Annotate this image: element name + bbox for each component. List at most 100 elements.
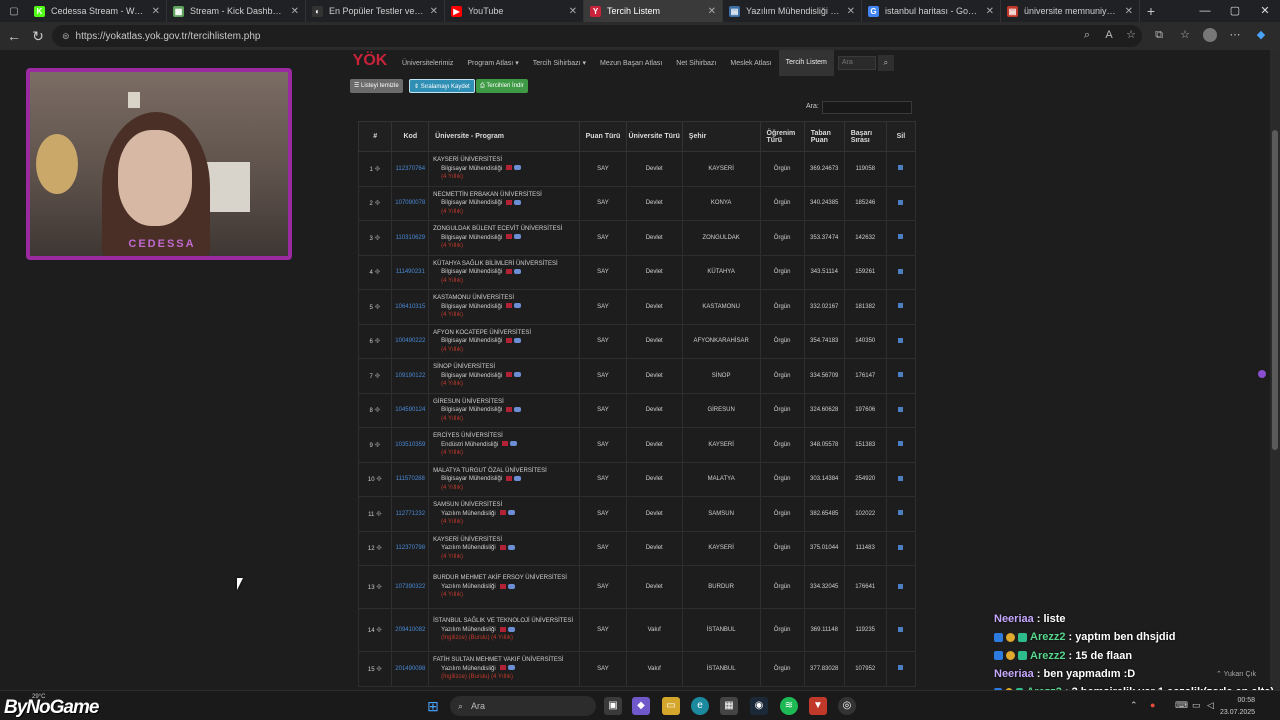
drag-handle-icon[interactable]: ✥ bbox=[374, 165, 381, 173]
program-code[interactable]: 110310629 bbox=[391, 220, 430, 256]
nav-net-sihirbazi[interactable]: Net Sihirbazı bbox=[669, 60, 723, 67]
read-aloud-icon[interactable]: A bbox=[1102, 28, 1116, 42]
col-header-ogrenim-turu[interactable]: Öğrenim Türü bbox=[759, 121, 805, 152]
close-tab-icon[interactable]: ✕ bbox=[847, 6, 855, 17]
close-tab-icon[interactable]: ✕ bbox=[986, 6, 994, 17]
browser-tab[interactable]: K Cedessa Stream - Watch Live ✕ bbox=[28, 0, 167, 22]
delete-icon[interactable] bbox=[898, 199, 904, 205]
table-row[interactable]: 10 ✥ 111570288 MALATYA TURGUT ÖZAL ÜNİVERSİ… bbox=[357, 461, 917, 497]
drag-handle-icon[interactable]: ✥ bbox=[376, 665, 383, 673]
weather-widget[interactable]: 29°C bbox=[32, 694, 45, 700]
nav-universitelerimiz[interactable]: Üniversitelerimiz bbox=[395, 60, 460, 67]
volume-icon[interactable]: ◁ bbox=[1207, 700, 1214, 711]
delete-icon[interactable] bbox=[898, 665, 904, 671]
program-code-link[interactable]: 201490098 bbox=[395, 666, 425, 672]
col-header-program[interactable]: Üniversite - Program bbox=[428, 121, 581, 152]
row-number[interactable]: 13 ✥ bbox=[357, 565, 393, 609]
program-code[interactable]: 107090078 bbox=[391, 185, 430, 221]
nav-mezun-basari-atlasi[interactable]: Mezun Başarı Atlası bbox=[593, 60, 669, 67]
table-row[interactable]: 4 ✥ 111490231 KÜTAHYA SAĞLIK BİLİMLERİ ÜNİV… bbox=[357, 254, 917, 290]
program-code-link[interactable]: 209410082 bbox=[395, 627, 425, 633]
program-code-link[interactable]: 112771232 bbox=[396, 511, 426, 517]
browser-tab[interactable]: ▤ üniversite memnuniyet2025 ✕ bbox=[1001, 0, 1140, 22]
tray-expand-icon[interactable]: ⌃ bbox=[1130, 700, 1138, 711]
col-header-puan-turu[interactable]: Puan Türü bbox=[579, 121, 627, 152]
delete-icon[interactable] bbox=[898, 268, 904, 274]
program-code[interactable]: 109190122 bbox=[391, 358, 430, 394]
row-number[interactable]: 8 ✥ bbox=[357, 392, 393, 428]
site-info-icon[interactable]: ⊜ bbox=[62, 31, 70, 42]
row-number[interactable]: 7 ✥ bbox=[357, 358, 393, 394]
program-code[interactable]: 209410082 bbox=[391, 608, 430, 652]
drag-handle-icon[interactable]: ✥ bbox=[375, 510, 382, 518]
drag-handle-icon[interactable]: ✥ bbox=[374, 303, 381, 311]
program-code-link[interactable]: 111570288 bbox=[396, 476, 425, 482]
drag-handle-icon[interactable]: ✥ bbox=[376, 583, 383, 591]
browser-tab[interactable]: ◐ En Popüler Testler ve Eğlence ✕ bbox=[306, 0, 445, 22]
program-code-link[interactable]: 111490231 bbox=[396, 269, 425, 275]
row-number[interactable]: 3 ✥ bbox=[357, 220, 393, 256]
table-row[interactable]: 15 ✥ 201490098 FATİH SULTAN MEHMET VAKIF ÜN… bbox=[357, 651, 917, 687]
col-header-sil[interactable]: Sil bbox=[885, 121, 917, 152]
nav-program-atlasi[interactable]: Program Atlası ▾ bbox=[460, 59, 525, 67]
delete-icon[interactable] bbox=[898, 406, 904, 412]
delete-icon[interactable] bbox=[898, 475, 904, 481]
copilot-icon[interactable]: ◆ bbox=[1254, 28, 1268, 42]
maximize-button[interactable]: ▢ bbox=[1220, 0, 1250, 22]
scroll-to-top-button[interactable]: ⌃ Yukarı Çık bbox=[1216, 670, 1256, 678]
more-menu-icon[interactable]: ⋯ bbox=[1228, 28, 1242, 42]
program-code[interactable]: 112771232 bbox=[391, 496, 430, 532]
browser-tab[interactable]: ▶ YouTube ✕ bbox=[445, 0, 584, 22]
program-code-link[interactable]: 109190122 bbox=[395, 373, 425, 379]
browser-tab[interactable]: ▦ Stream - Kick Dashboard ✕ bbox=[167, 0, 306, 22]
col-header-universite-turu[interactable]: Üniversite Türü bbox=[625, 121, 683, 152]
steam-icon[interactable]: ◉ bbox=[750, 697, 768, 715]
row-number[interactable]: 15 ✥ bbox=[357, 651, 393, 687]
copilot-app-icon[interactable]: ◆ bbox=[632, 697, 650, 715]
row-number[interactable]: 4 ✥ bbox=[357, 254, 393, 290]
table-row[interactable]: 14 ✥ 209410082 İSTANBUL SAĞLIK VE TEKNOLOJİ… bbox=[357, 608, 917, 652]
tab-actions-icon[interactable]: ▢ bbox=[0, 6, 28, 17]
program-code-link[interactable]: 112370764 bbox=[396, 166, 426, 172]
col-header-basari-sirasi[interactable]: Başarı Sırası bbox=[843, 121, 887, 152]
program-code[interactable]: 111490231 bbox=[391, 254, 430, 290]
col-header-taban-puan[interactable]: Taban Puan bbox=[803, 121, 845, 152]
drag-handle-icon[interactable]: ✥ bbox=[376, 626, 383, 634]
program-code[interactable]: 201490098 bbox=[391, 651, 430, 687]
program-code[interactable]: 103510359 bbox=[391, 427, 430, 463]
browser-tab[interactable]: Gistanbul haritası - Google'da Ar ✕ bbox=[862, 0, 1001, 22]
delete-icon[interactable] bbox=[898, 510, 904, 516]
program-code[interactable]: 111570288 bbox=[391, 461, 430, 497]
col-header-sehir[interactable]: Şehir bbox=[681, 121, 761, 152]
table-row[interactable]: 9 ✥ 103510359 ERCİYES ÜNİVERSİTESİ Endüstri … bbox=[357, 427, 917, 463]
row-number[interactable]: 1 ✥ bbox=[357, 151, 393, 187]
floating-extension-icon[interactable] bbox=[1258, 370, 1266, 378]
delete-icon[interactable] bbox=[898, 441, 904, 447]
program-code[interactable]: 112370798 bbox=[391, 530, 430, 566]
language-icon[interactable]: ⌨ bbox=[1175, 700, 1188, 711]
edge-icon[interactable]: e bbox=[691, 697, 709, 715]
minimize-button[interactable]: — bbox=[1190, 0, 1220, 22]
row-number[interactable]: 11 ✥ bbox=[357, 496, 393, 532]
table-row[interactable]: 3 ✥ 110310629 ZONGULDAK BÜLENT ECEVİT ÜNİVE… bbox=[357, 220, 917, 256]
browser-tab[interactable]: Y Tercih Listem ✕ bbox=[584, 0, 723, 22]
search-icon[interactable]: ⌕ bbox=[877, 55, 894, 71]
taskbar-search[interactable]: ⌕ Ara bbox=[450, 696, 596, 716]
row-number[interactable]: 10 ✥ bbox=[357, 461, 393, 497]
table-row[interactable]: 12 ✥ 112370798 KAYSERİ ÜNİVERSİTESİ Yazılım … bbox=[357, 530, 917, 566]
page-scrollbar[interactable] bbox=[1270, 50, 1280, 690]
program-code[interactable]: 106410315 bbox=[391, 289, 430, 325]
filter-input[interactable] bbox=[822, 101, 912, 114]
nav-tercih-sihirbazi[interactable]: Tercih Sihirbazı ▾ bbox=[526, 59, 593, 67]
system-clock[interactable]: 00:58 23.07.2025 bbox=[1220, 695, 1255, 719]
drag-handle-icon[interactable]: ✥ bbox=[374, 441, 381, 449]
delete-icon[interactable] bbox=[898, 583, 904, 589]
clear-list-button[interactable]: ☰ Listeyi temizle bbox=[350, 79, 403, 93]
close-tab-icon[interactable]: ✕ bbox=[291, 6, 299, 17]
drag-handle-icon[interactable]: ✥ bbox=[374, 199, 381, 207]
program-code[interactable]: 112370764 bbox=[391, 151, 430, 187]
program-code-link[interactable]: 112370798 bbox=[396, 545, 426, 551]
row-number[interactable]: 6 ✥ bbox=[357, 323, 393, 359]
program-code[interactable]: 107390322 bbox=[391, 565, 430, 609]
table-row[interactable]: 11 ✥ 112771232 SAMSUN ÜNİVERSİTESİ Yazılım M… bbox=[357, 496, 917, 532]
